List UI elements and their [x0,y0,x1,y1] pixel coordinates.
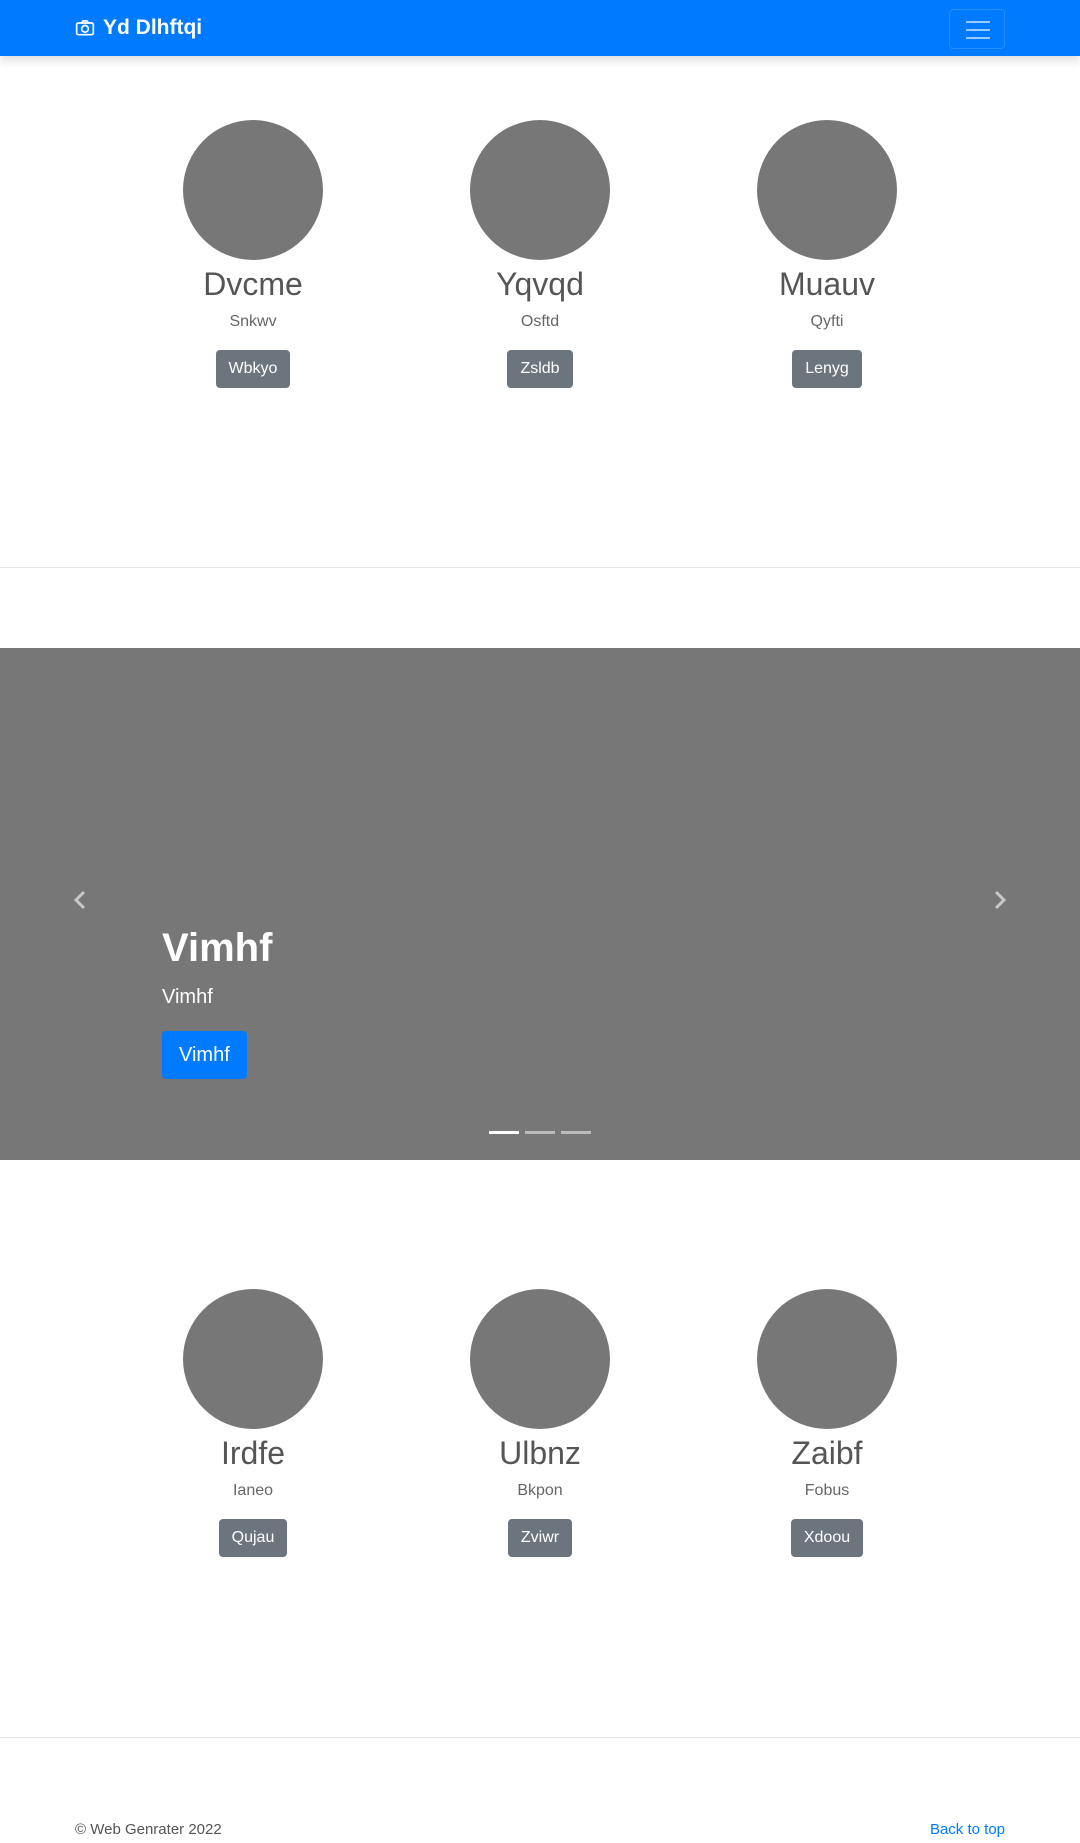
footer: © Web Genrater 2022 Back to top [0,1815,1080,1843]
team-row-bottom: Irdfe Ianeo Qujau Ulbnz Bkpon Zviwr Zaib… [0,1289,1080,1589]
hamburger-icon [966,21,990,23]
member-name: Zaibf [791,1435,863,1471]
team-member: Zaibf Fobus Xdoou [687,1289,967,1557]
section-divider [0,1737,1080,1738]
team-member: Dvcme Snkwv Wbkyo [113,120,393,388]
avatar [183,120,323,260]
carousel: Vimhf Vimhf Vimhf [0,648,1080,1160]
back-to-top-link[interactable]: Back to top [930,1821,1005,1838]
brand-name: Yd Dlhftqi [103,16,203,39]
carousel-indicators [489,1131,597,1134]
avatar [757,1289,897,1429]
member-button[interactable]: Zsldb [507,350,573,388]
brand-link[interactable]: Yd Dlhftqi [75,16,202,40]
navbar: Yd Dlhftqi [0,0,1080,56]
carousel-cta-button[interactable]: Vimhf [162,1031,247,1079]
avatar [183,1289,323,1429]
copyright-text: © Web Genrater 2022 [75,1821,222,1838]
avatar [470,1289,610,1429]
member-name: Yqvqd [496,266,584,302]
team-member: Ulbnz Bkpon Zviwr [400,1289,680,1557]
member-button[interactable]: Xdoou [790,1519,864,1557]
member-name: Dvcme [203,266,303,302]
chevron-left-icon[interactable] [69,888,93,912]
carousel-title: Vimhf [162,926,273,970]
member-role: Ianeo [232,1482,274,1499]
avatar [757,120,897,260]
member-role: Qyfti [810,313,844,330]
camera-icon [75,20,95,36]
member-name: Irdfe [220,1435,286,1471]
carousel-indicator[interactable] [525,1131,555,1134]
carousel-indicator[interactable] [489,1131,519,1134]
team-member: Irdfe Ianeo Qujau [113,1289,393,1557]
team-row-top: Dvcme Snkwv Wbkyo Yqvqd Osftd Zsldb Muau… [0,120,1080,420]
carousel-indicator[interactable] [561,1131,591,1134]
chevron-right-icon[interactable] [987,888,1011,912]
member-name: Muauv [778,266,876,302]
carousel-caption: Vimhf Vimhf Vimhf [162,923,272,1079]
member-role: Bkpon [517,1482,563,1499]
team-member: Yqvqd Osftd Zsldb [400,120,680,388]
team-member: Muauv Qyfti Lenyg [687,120,967,388]
navbar-toggler-button[interactable] [949,9,1005,49]
section-divider [0,567,1080,568]
carousel-subtitle: Vimhf [162,986,213,1008]
member-role: Snkwv [229,313,277,330]
member-role: Osftd [520,313,560,330]
member-button[interactable]: Wbkyo [215,350,291,388]
member-name: Ulbnz [499,1435,581,1471]
member-button[interactable]: Lenyg [792,350,862,388]
avatar [470,120,610,260]
member-role: Fobus [804,1482,850,1499]
member-button[interactable]: Qujau [218,1519,288,1557]
member-button[interactable]: Zviwr [507,1519,573,1557]
